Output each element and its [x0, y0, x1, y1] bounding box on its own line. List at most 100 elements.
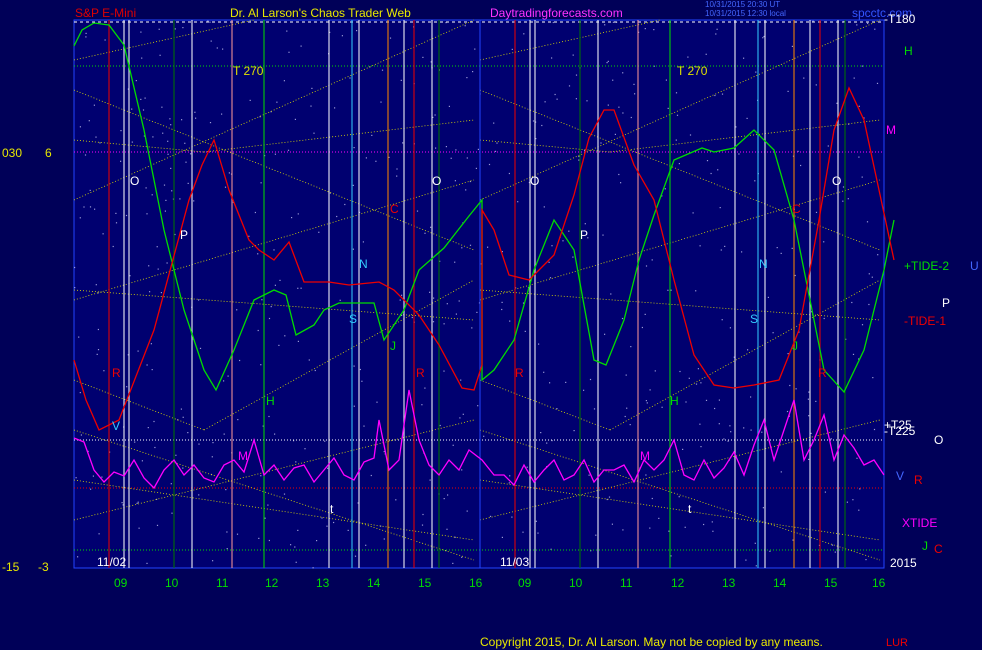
background-dot	[142, 109, 145, 111]
chart-annotation: C	[390, 202, 399, 216]
background-dot	[543, 206, 545, 208]
background-dot	[575, 74, 578, 76]
background-dot	[607, 60, 609, 62]
background-dot	[443, 323, 445, 325]
background-dot	[830, 438, 832, 440]
background-dot	[294, 546, 296, 548]
background-dot	[852, 499, 854, 501]
background-dot	[175, 454, 177, 456]
background-dot	[645, 474, 647, 476]
background-dot	[336, 215, 338, 218]
chart-annotation: R	[112, 366, 121, 380]
background-dot	[131, 141, 133, 143]
background-dot	[79, 126, 81, 128]
background-dot	[181, 119, 183, 121]
background-dot	[464, 25, 466, 27]
background-dot	[618, 173, 620, 176]
background-dot	[532, 120, 535, 122]
background-dot	[851, 301, 853, 304]
background-dot	[352, 248, 354, 250]
background-dot	[211, 456, 213, 458]
background-dot	[730, 431, 732, 433]
background-dot	[75, 477, 77, 479]
background-dot	[584, 223, 586, 225]
background-dot	[535, 520, 537, 522]
background-dot	[743, 427, 745, 429]
background-dot	[633, 83, 635, 85]
background-dot	[729, 425, 731, 427]
background-dot	[165, 199, 167, 201]
chart-annotation: t	[330, 502, 334, 516]
background-dot	[396, 175, 398, 177]
background-dot	[140, 31, 142, 33]
background-dot	[607, 104, 609, 106]
background-dot	[443, 498, 445, 500]
copyright-notice: Copyright 2015, Dr. Al Larson. May not b…	[480, 635, 823, 649]
background-dot	[429, 291, 431, 293]
background-dot	[682, 448, 684, 450]
chart-annotation: J	[792, 339, 798, 353]
background-dot	[489, 515, 492, 517]
background-dot	[297, 213, 299, 215]
background-dot	[846, 501, 848, 503]
background-dot	[362, 241, 364, 243]
background-dot	[383, 538, 385, 540]
chart-site-title: Dr. Al Larson's Chaos Trader Web	[230, 6, 411, 20]
left-axis-top-b: 6	[45, 146, 52, 160]
background-dot	[102, 233, 104, 235]
background-dot	[614, 133, 616, 135]
background-dot	[185, 161, 187, 163]
background-dot	[237, 419, 239, 421]
background-dot	[365, 544, 367, 546]
background-dot	[807, 398, 809, 400]
x-tick-label: 13	[316, 576, 330, 590]
background-dot	[572, 256, 574, 258]
background-dot	[260, 364, 262, 366]
x-tick-label: 11	[216, 576, 229, 590]
background-dot	[443, 370, 445, 372]
x-tick-label: 09	[518, 576, 532, 590]
background-dot	[509, 320, 511, 322]
background-dot	[361, 380, 363, 382]
background-dot	[236, 533, 239, 535]
background-dot	[371, 134, 373, 136]
background-dot	[551, 57, 553, 59]
right-label-r: R	[914, 473, 923, 487]
background-dot	[861, 176, 863, 178]
background-dot	[295, 461, 297, 463]
background-dot	[137, 350, 139, 352]
background-dot	[182, 27, 184, 29]
background-dot	[865, 559, 867, 561]
background-dot	[226, 531, 228, 533]
background-dot	[762, 507, 764, 509]
background-dot	[157, 268, 159, 270]
background-dot	[112, 245, 114, 248]
background-dot	[810, 432, 812, 434]
background-dot	[224, 186, 227, 188]
x-tick-label: 14	[773, 576, 787, 590]
background-dot	[827, 145, 829, 147]
right-label-tide1: -TIDE-1	[904, 314, 946, 328]
chart-plot	[73, 19, 895, 569]
background-dot	[146, 213, 148, 215]
background-dot	[625, 374, 627, 376]
background-dot	[589, 378, 592, 381]
background-dot	[354, 555, 357, 557]
background-dot	[873, 428, 876, 431]
background-dot	[488, 163, 491, 166]
background-dot	[411, 316, 413, 319]
background-dot	[79, 392, 81, 394]
right-label-u: U	[970, 259, 979, 273]
background-dot	[474, 48, 476, 50]
background-dot	[95, 136, 97, 138]
background-dot	[212, 442, 214, 444]
right-label-c: C	[934, 542, 943, 556]
chart-annotation: t	[688, 502, 692, 516]
background-dot	[791, 45, 793, 47]
background-dot	[97, 349, 100, 351]
background-dot	[353, 147, 355, 149]
background-dot	[611, 523, 613, 525]
background-dot	[290, 544, 292, 546]
background-dot	[494, 150, 497, 152]
background-dot	[151, 369, 153, 371]
